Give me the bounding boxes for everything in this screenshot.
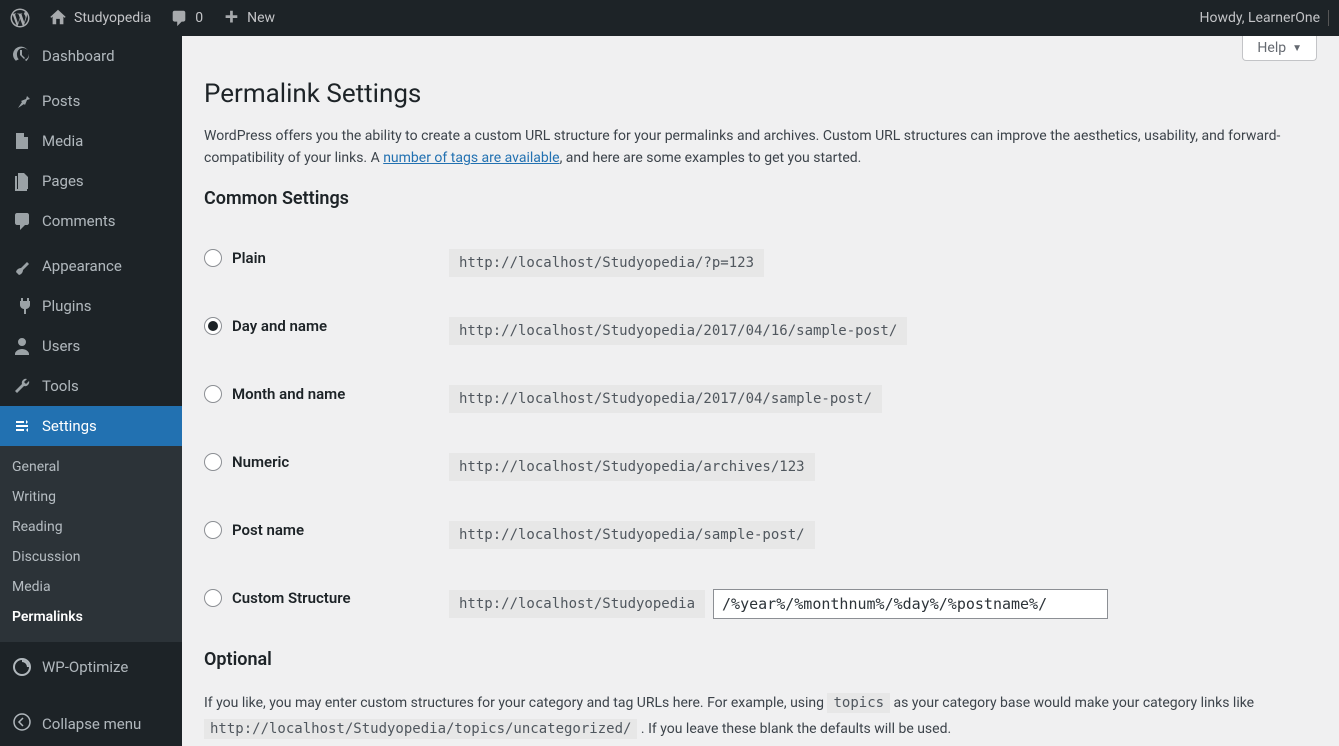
option-month-name[interactable]: Month and name bbox=[204, 385, 439, 403]
comment-icon bbox=[12, 211, 32, 231]
code-example-url: http://localhost/Studyopedia/topics/unca… bbox=[204, 719, 637, 739]
example-numeric: http://localhost/Studyopedia/archives/12… bbox=[449, 453, 815, 481]
home-icon bbox=[48, 8, 68, 28]
example-month-name: http://localhost/Studyopedia/2017/04/sam… bbox=[449, 385, 882, 413]
option-numeric[interactable]: Numeric bbox=[204, 453, 439, 471]
radio-post-name[interactable] bbox=[204, 521, 222, 539]
admin-toolbar: Studyopedia 0 New Howdy, LearnerOne bbox=[0, 0, 1339, 36]
wrench-icon bbox=[12, 376, 32, 396]
settings-submenu: General Writing Reading Discussion Media… bbox=[0, 446, 182, 642]
option-custom[interactable]: Custom Structure bbox=[204, 589, 439, 607]
plugin-icon bbox=[12, 296, 32, 316]
sidebar-item-wp-optimize[interactable]: WP-Optimize bbox=[0, 647, 182, 687]
sidebar-item-appearance[interactable]: Appearance bbox=[0, 246, 182, 286]
plus-icon bbox=[221, 8, 241, 28]
option-plain[interactable]: Plain bbox=[204, 249, 439, 267]
new-label: New bbox=[247, 10, 275, 26]
custom-structure-input[interactable] bbox=[713, 589, 1108, 619]
sidebar-item-posts[interactable]: Posts bbox=[0, 81, 182, 121]
users-icon bbox=[12, 336, 32, 356]
site-name: Studyopedia bbox=[74, 10, 151, 26]
submenu-discussion[interactable]: Discussion bbox=[0, 542, 182, 572]
wp-logo[interactable] bbox=[10, 8, 30, 28]
pages-icon bbox=[12, 171, 32, 191]
caret-down-icon: ▼ bbox=[1292, 43, 1302, 54]
optional-heading: Optional bbox=[204, 649, 1317, 670]
collapse-icon bbox=[12, 712, 32, 736]
common-settings-heading: Common Settings bbox=[204, 188, 1317, 209]
option-day-name[interactable]: Day and name bbox=[204, 317, 439, 335]
media-icon bbox=[12, 131, 32, 151]
user-greeting[interactable]: Howdy, LearnerOne bbox=[1199, 10, 1329, 26]
submenu-writing[interactable]: Writing bbox=[0, 482, 182, 512]
sidebar-item-pages[interactable]: Pages bbox=[0, 161, 182, 201]
optimize-icon bbox=[12, 657, 32, 677]
sidebar-item-tools[interactable]: Tools bbox=[0, 366, 182, 406]
submenu-permalinks[interactable]: Permalinks bbox=[0, 602, 182, 632]
comment-count: 0 bbox=[195, 10, 203, 26]
pin-icon bbox=[12, 91, 32, 111]
new-link[interactable]: New bbox=[221, 8, 275, 28]
code-topics: topics bbox=[827, 693, 890, 713]
brush-icon bbox=[12, 256, 32, 276]
admin-sidebar: Dashboard Posts Media Pages Comments App… bbox=[0, 36, 182, 746]
submenu-general[interactable]: General bbox=[0, 452, 182, 482]
dashboard-icon bbox=[12, 46, 32, 66]
page-title: Permalink Settings bbox=[204, 79, 1317, 109]
main-content: Help ▼ Permalink Settings WordPress offe… bbox=[182, 36, 1339, 746]
site-name-link[interactable]: Studyopedia bbox=[48, 8, 151, 28]
radio-day-name[interactable] bbox=[204, 317, 222, 335]
example-plain: http://localhost/Studyopedia/?p=123 bbox=[449, 249, 764, 277]
example-day-name: http://localhost/Studyopedia/2017/04/16/… bbox=[449, 317, 907, 345]
submenu-media[interactable]: Media bbox=[0, 572, 182, 602]
radio-numeric[interactable] bbox=[204, 453, 222, 471]
comments-link[interactable]: 0 bbox=[169, 8, 203, 28]
option-post-name[interactable]: Post name bbox=[204, 521, 439, 539]
sidebar-item-settings[interactable]: Settings bbox=[0, 406, 182, 446]
example-post-name: http://localhost/Studyopedia/sample-post… bbox=[449, 521, 815, 549]
optional-text: If you like, you may enter custom struct… bbox=[204, 690, 1317, 743]
comment-icon bbox=[169, 8, 189, 28]
sidebar-item-media[interactable]: Media bbox=[0, 121, 182, 161]
settings-icon bbox=[12, 416, 32, 436]
radio-custom[interactable] bbox=[204, 589, 222, 607]
custom-base: http://localhost/Studyopedia bbox=[449, 590, 705, 618]
intro-text: WordPress offers you the ability to crea… bbox=[204, 125, 1317, 170]
tags-link[interactable]: number of tags are available bbox=[383, 150, 559, 166]
radio-month-name[interactable] bbox=[204, 385, 222, 403]
radio-plain[interactable] bbox=[204, 249, 222, 267]
sidebar-item-dashboard[interactable]: Dashboard bbox=[0, 36, 182, 76]
collapse-menu[interactable]: Collapse menu bbox=[0, 702, 182, 746]
permalink-options: Plain http://localhost/Studyopedia/?p=12… bbox=[204, 229, 1317, 639]
sidebar-item-users[interactable]: Users bbox=[0, 326, 182, 366]
submenu-reading[interactable]: Reading bbox=[0, 512, 182, 542]
help-tab[interactable]: Help ▼ bbox=[1242, 36, 1317, 61]
sidebar-item-plugins[interactable]: Plugins bbox=[0, 286, 182, 326]
sidebar-item-comments[interactable]: Comments bbox=[0, 201, 182, 241]
